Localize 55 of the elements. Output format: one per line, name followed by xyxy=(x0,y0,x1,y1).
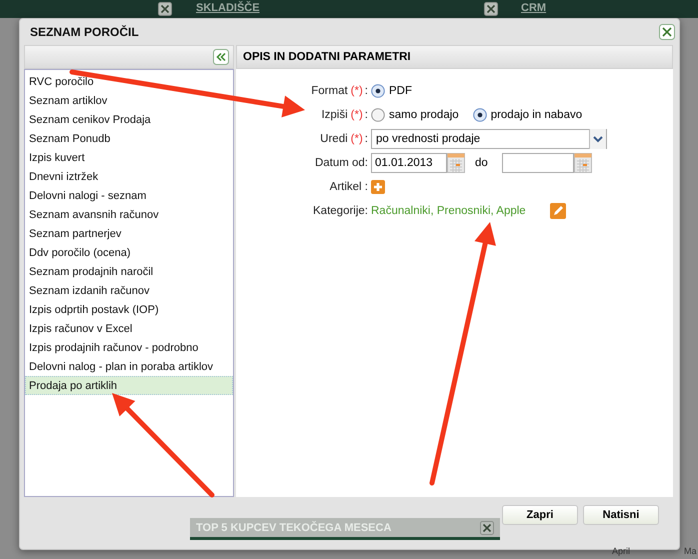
date-field[interactable]: 01.01.2013 xyxy=(371,153,447,173)
report-item[interactable]: Seznam cenikov Prodaja xyxy=(25,110,233,129)
close-icon[interactable] xyxy=(480,520,494,534)
report-item[interactable]: Dnevni iztržek xyxy=(25,167,233,186)
field-label: : xyxy=(364,109,368,121)
report-item[interactable]: Seznam avansnih računov xyxy=(25,205,233,224)
axis-label: Ma xyxy=(684,546,697,556)
collapse-icon[interactable] xyxy=(213,49,229,65)
field-label: do xyxy=(475,157,488,169)
dialog-button[interactable]: Zapri xyxy=(502,505,578,525)
report-item[interactable]: Seznam Ponudb xyxy=(25,129,233,148)
section-link[interactable]: SKLADIŠČE xyxy=(196,2,260,14)
radio-option[interactable]: prodajo in nabavo xyxy=(472,108,582,122)
section-link[interactable]: CRM xyxy=(521,2,546,14)
plus-icon[interactable] xyxy=(371,180,385,194)
radio-option[interactable]: samo prodajo xyxy=(371,108,459,122)
close-icon[interactable] xyxy=(484,2,498,16)
category-link[interactable]: Računalniki, Prenosniki, Apple xyxy=(371,205,526,217)
dialog-button[interactable]: Natisni xyxy=(583,505,659,525)
panel-title: OPIS IN DODATNI PARAMETRI xyxy=(243,51,411,63)
field-label: Datum od: xyxy=(314,157,368,169)
radio-icon[interactable] xyxy=(472,108,487,122)
required-mark: (*) xyxy=(350,109,363,121)
field-label: Uredi xyxy=(320,133,348,145)
radio-option[interactable]: PDF xyxy=(371,84,412,98)
report-item[interactable]: Prodaja po artiklih xyxy=(25,376,233,395)
field-label: Artikel : xyxy=(330,181,368,193)
field-label: Izpiši xyxy=(321,109,348,121)
radio-icon[interactable] xyxy=(371,108,385,122)
report-item[interactable]: Delovni nalog - plan in poraba artiklov xyxy=(25,357,233,376)
dialog-title: SEZNAM POROČIL xyxy=(30,25,139,39)
field-label: : xyxy=(364,85,368,97)
field-label: Format xyxy=(311,85,348,97)
pencil-icon[interactable] xyxy=(550,203,566,219)
field-label: Kategorije: xyxy=(313,205,368,217)
field-label: : xyxy=(364,133,368,145)
report-item[interactable]: Izpis prodajnih računov - podrobno xyxy=(25,338,233,357)
report-item[interactable]: Izpis kuvert xyxy=(25,148,233,167)
report-item[interactable]: Izpis računov v Excel xyxy=(25,319,233,338)
report-item[interactable]: Seznam artiklov xyxy=(25,91,233,110)
required-mark: (*) xyxy=(350,85,363,97)
radio-icon[interactable] xyxy=(371,84,385,98)
required-mark: (*) xyxy=(350,133,363,145)
dropdown-field[interactable]: po vrednosti prodaje xyxy=(371,129,607,149)
report-item[interactable]: Seznam partnerjev xyxy=(25,224,233,243)
close-icon[interactable] xyxy=(158,2,172,16)
report-item[interactable]: Seznam prodajnih naročil xyxy=(25,262,233,281)
date-field[interactable] xyxy=(502,153,574,173)
dropdown-caret-icon[interactable] xyxy=(589,129,606,149)
report-item[interactable]: Delovni nalogi - seznam xyxy=(25,186,233,205)
report-item[interactable]: Izpis odprtih postavk (IOP) xyxy=(25,300,233,319)
report-item[interactable]: RVC poročilo xyxy=(25,72,233,91)
report-item[interactable]: Ddv poročilo (ocena) xyxy=(25,243,233,262)
report-item[interactable]: Seznam izdanih računov xyxy=(25,281,233,300)
close-icon[interactable] xyxy=(659,24,675,40)
